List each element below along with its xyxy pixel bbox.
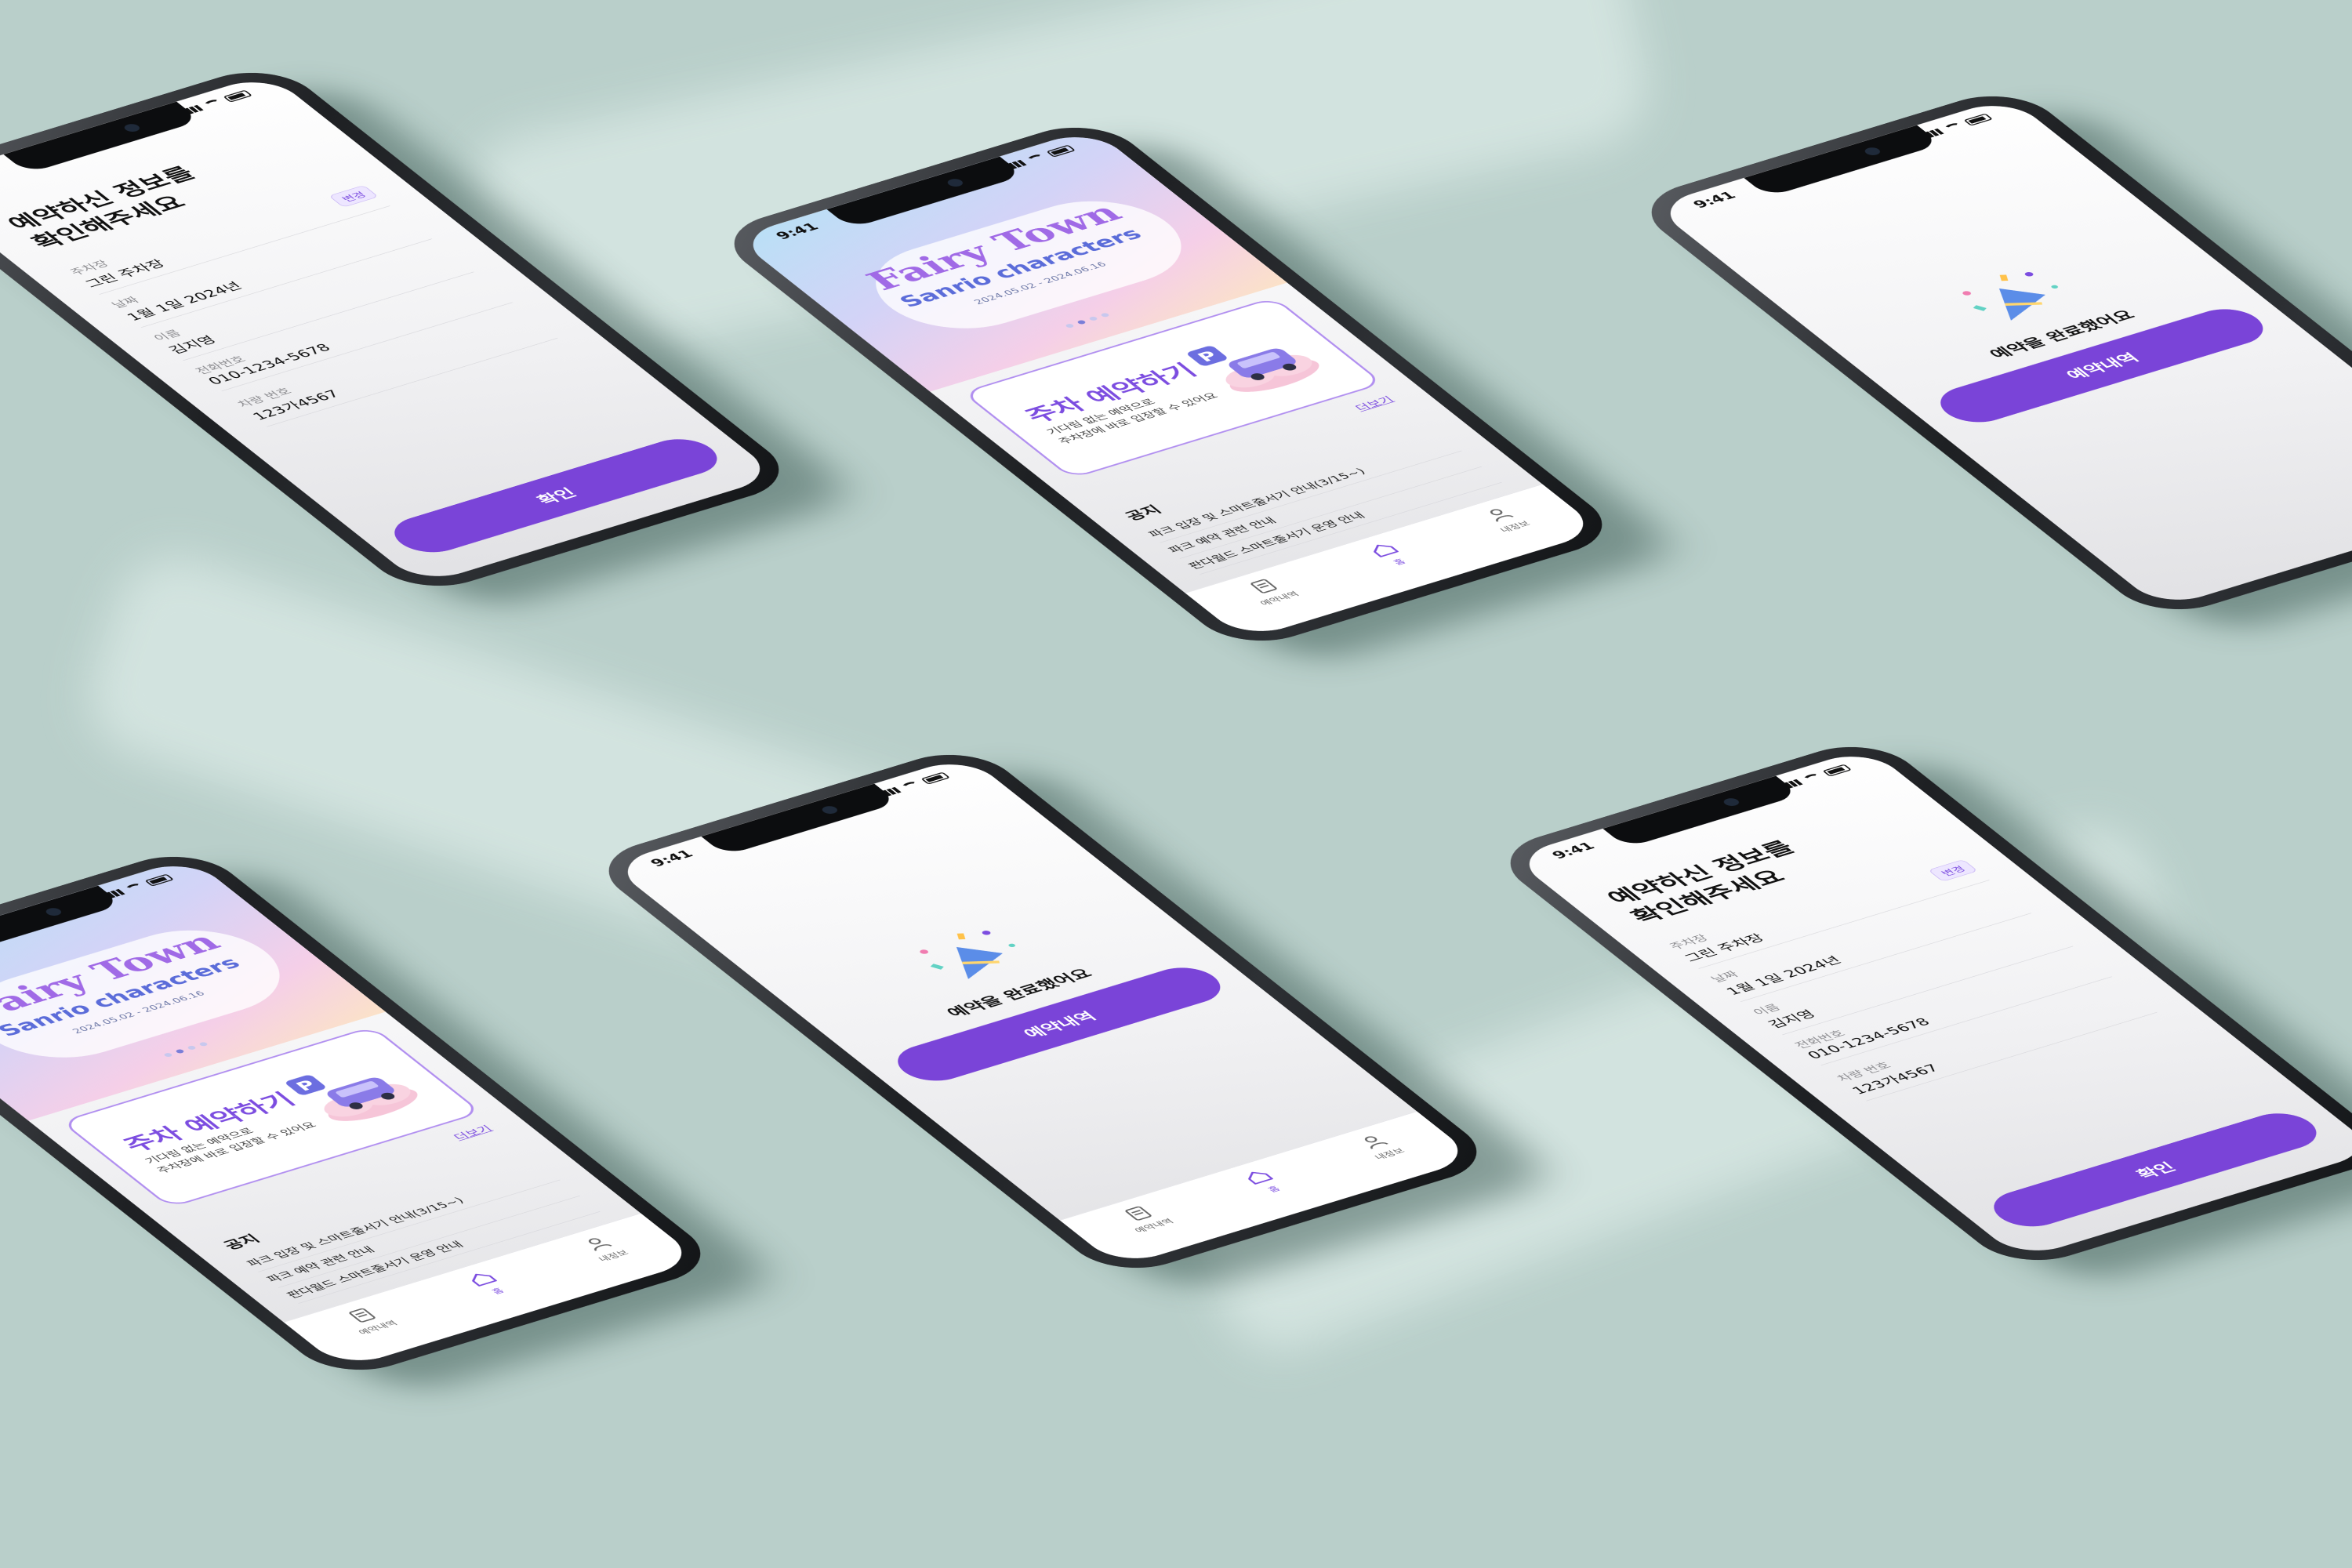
camera-icon [819, 804, 840, 815]
tab-reservations[interactable]: 예약내역 [336, 1304, 423, 1356]
camera-icon [122, 122, 143, 133]
tab-label: 홈 [1391, 557, 1408, 567]
wifi-icon [1801, 772, 1824, 783]
pagination-dot[interactable] [162, 1052, 174, 1058]
status-time: 9:41 [1548, 840, 1599, 862]
status-time: 9:41 [1690, 189, 1740, 211]
notch [1602, 775, 1800, 848]
banner-pagination [1064, 312, 1111, 328]
battery-icon [144, 873, 175, 887]
wifi-icon [201, 98, 225, 109]
tab-label: 홈 [1265, 1185, 1283, 1194]
battery-icon [1822, 764, 1853, 777]
home-screen: Fairy Town Sanrio characters 2024.05.02 … [734, 128, 1602, 641]
phone-frame: Fairy Town Sanrio characters 2024.05.02 … [709, 115, 1628, 653]
tab-my-info[interactable]: 내정보 [1478, 504, 1556, 553]
phone-frame: Fairy Town Sanrio characters 2024.05.02 … [0, 844, 726, 1382]
device-home-bottom-left: Fairy Town Sanrio characters 2024.05.02 … [0, 844, 726, 1382]
wifi-icon [1025, 153, 1048, 164]
wifi-icon [899, 780, 923, 791]
phone-frame: 9:41 예약을 완료했어요 예약내역 [583, 742, 1502, 1280]
battery-icon [1963, 113, 1994, 126]
wifi-icon [1942, 122, 1965, 132]
confirm-button[interactable]: 확인 [380, 432, 731, 559]
notice-title: 공지 [220, 1232, 264, 1252]
more-link[interactable]: 더보기 [449, 1123, 495, 1143]
banner-pagination [162, 1041, 209, 1058]
tab-my-info[interactable]: 내정보 [576, 1233, 655, 1282]
tab-home[interactable]: 홈 [1364, 539, 1439, 587]
pagination-dot[interactable] [1087, 316, 1099, 321]
tab-home[interactable]: 홈 [1239, 1167, 1314, 1214]
tab-my-info[interactable]: 내정보 [1352, 1131, 1431, 1180]
more-link[interactable]: 더보기 [1351, 394, 1397, 414]
tab-home[interactable]: 홈 [463, 1269, 538, 1316]
home-screen: Fairy Town Sanrio characters 2024.05.02 … [0, 857, 701, 1370]
tab-reservations[interactable]: 예약내역 [1112, 1202, 1200, 1254]
battery-icon [1046, 144, 1076, 158]
notch [3, 101, 201, 174]
device-complete-top-right: 9:41 예약을 완료했어요 예약내역 [1626, 84, 2352, 622]
camera-icon [1862, 146, 1883, 157]
device-home-top-center: Fairy Town Sanrio characters 2024.05.02 … [709, 115, 1628, 653]
confirm-button[interactable]: 확인 [1980, 1106, 2331, 1233]
reservation-complete-screen: 9:41 예약을 완료했어요 예약내역 [1651, 96, 2352, 609]
phone-frame: 9:41 예약을 완료했어요 예약내역 [1626, 84, 2352, 622]
battery-icon [223, 89, 253, 103]
camera-icon [1721, 797, 1742, 808]
reservation-complete-screen: 9:41 예약을 완료했어요 예약내역 [608, 755, 1477, 1268]
notch [1744, 125, 1941, 198]
pagination-dot[interactable] [1099, 312, 1111, 318]
battery-icon [920, 771, 951, 785]
pagination-dot[interactable] [174, 1048, 186, 1054]
camera-icon [945, 177, 966, 188]
device-complete-bottom-center: 9:41 예약을 완료했어요 예약내역 예약내역 홈 내정보 [583, 742, 1502, 1280]
tab-reservations[interactable]: 예약내역 [1238, 575, 1325, 626]
status-time: 9:41 [772, 220, 822, 242]
status-time: 9:41 [647, 848, 697, 869]
pagination-dot[interactable] [198, 1041, 209, 1047]
notice-title: 공지 [1121, 503, 1166, 523]
pagination-dot[interactable] [186, 1045, 198, 1051]
wifi-icon [123, 882, 147, 893]
pagination-dot[interactable] [1064, 323, 1076, 328]
pagination-dot[interactable] [1076, 319, 1087, 325]
tab-label: 홈 [489, 1287, 506, 1296]
camera-icon [43, 906, 64, 917]
